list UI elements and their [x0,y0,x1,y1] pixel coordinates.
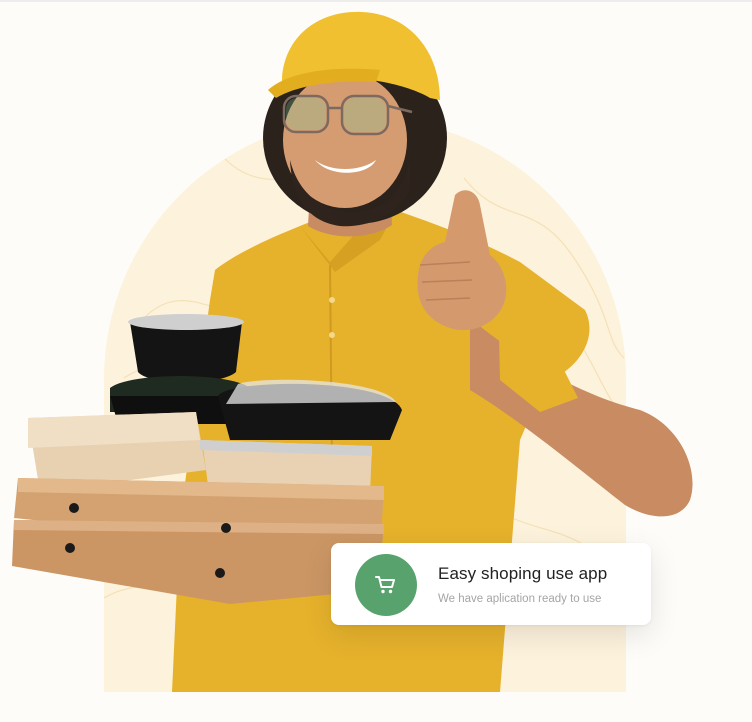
promo-card-subtitle: We have aplication ready to use [438,593,602,605]
shopping-cart-icon [355,554,417,616]
promo-card[interactable]: Easy shoping use app We have aplication … [331,543,651,625]
hero-section: Easy shoping use app We have aplication … [0,0,752,722]
promo-card-title: Easy shoping use app [438,564,608,583]
